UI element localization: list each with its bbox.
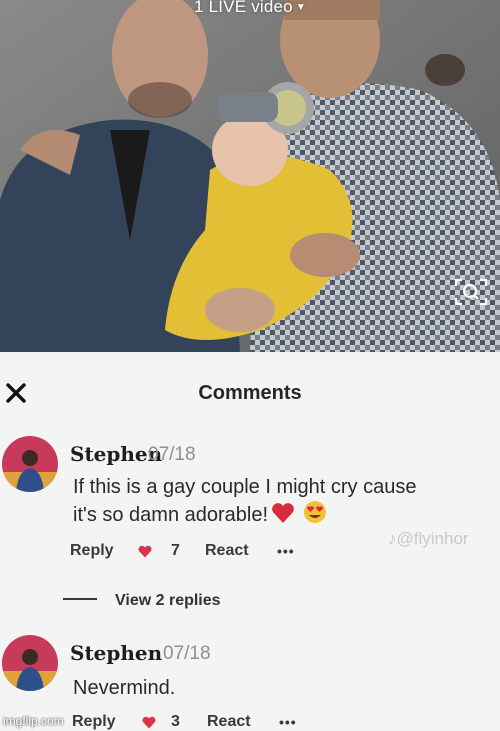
comments-panel: Comments Stephen 07/18 If this is a gay … xyxy=(0,352,500,730)
like-count: 7 xyxy=(171,542,180,559)
tiktok-watermark: ♪@flyinhor xyxy=(388,529,469,549)
heart-eyes-emoji-icon xyxy=(304,501,327,523)
tiktok-icon: ♪ xyxy=(388,529,397,548)
react-button[interactable]: React xyxy=(205,542,249,560)
imgflip-watermark: imgflip.com xyxy=(3,714,64,728)
live-video-label[interactable]: 1 LIVE video ▼ xyxy=(0,0,500,17)
react-button[interactable]: React xyxy=(207,713,251,731)
comment-date: 07/18 xyxy=(163,643,211,664)
panel-title: Comments xyxy=(198,382,302,404)
comment-text: If this is a gay couple I might cry caus… xyxy=(73,475,417,528)
comment-text-line: If this is a gay couple I might cry caus… xyxy=(73,476,417,498)
comment-text-line-2: it's so damn adorable! xyxy=(73,504,269,526)
heart-icon[interactable] xyxy=(138,545,152,558)
comment-text-line: it's so damn adorable! xyxy=(73,500,417,528)
view-replies-link[interactable]: View 2 replies xyxy=(63,592,221,610)
tiktok-handle: @flyinhor xyxy=(396,529,469,548)
avatar[interactable] xyxy=(2,436,58,492)
comment-author[interactable]: Stephen xyxy=(70,641,162,665)
live-video-text: 1 LIVE video xyxy=(194,0,293,16)
caret-down-icon: ▼ xyxy=(295,2,306,13)
like-count: 3 xyxy=(171,713,180,730)
avatar[interactable] xyxy=(2,635,58,691)
more-options-icon[interactable]: ••• xyxy=(277,543,295,559)
more-options-icon[interactable]: ••• xyxy=(279,714,297,730)
avatar-image xyxy=(2,635,58,691)
lens-icon[interactable] xyxy=(454,277,488,307)
heart-icon[interactable] xyxy=(142,716,156,729)
red-heart-emoji-icon xyxy=(272,503,294,523)
photo-illustration xyxy=(0,0,500,352)
reply-button[interactable]: Reply xyxy=(70,542,114,560)
avatar-image xyxy=(2,436,58,492)
video-thumbnail[interactable]: 1 LIVE video ▼ xyxy=(0,0,500,352)
comment-date: 07/18 xyxy=(148,444,196,465)
comment-text: Nevermind. xyxy=(73,677,176,699)
reply-button[interactable]: Reply xyxy=(72,713,116,731)
replies-divider xyxy=(63,598,97,600)
view-replies-text: View 2 replies xyxy=(115,592,221,609)
